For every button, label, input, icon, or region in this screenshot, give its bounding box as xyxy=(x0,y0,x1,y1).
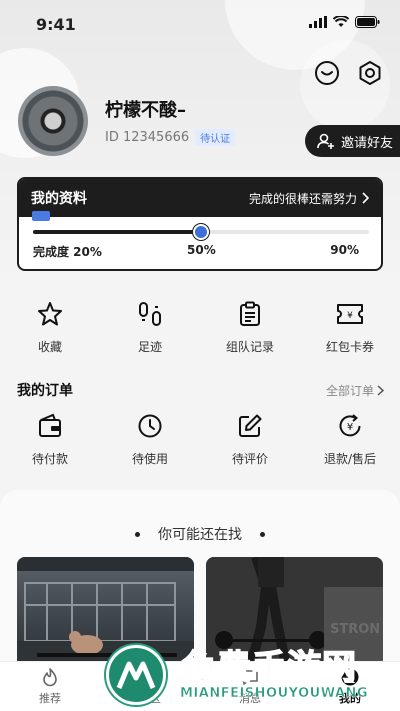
invite-label: 邀请好友 xyxy=(341,135,394,151)
profile-completion-card[interactable]: 我的资料 完成的很棒还需努力 完成度 20% 50% 90% xyxy=(17,177,383,271)
progress-fill xyxy=(33,230,201,234)
star-icon xyxy=(36,300,64,328)
support-icon[interactable] xyxy=(312,58,342,88)
gym-photo-1 xyxy=(17,557,194,667)
order-pending-payment[interactable]: 待付款 xyxy=(0,412,100,467)
bullet-dot xyxy=(260,531,265,537)
order-statuses: 待付款 待使用 待评价 ¥ 退款/售后 xyxy=(0,412,400,467)
chevron-right-icon xyxy=(362,192,369,204)
svg-text:¥: ¥ xyxy=(347,422,353,433)
refund-icon: ¥ xyxy=(336,412,364,440)
profile-card-link[interactable]: 完成的很棒还需努力 xyxy=(249,190,369,207)
quick-action-label: 组队记录 xyxy=(225,340,274,354)
verify-badge[interactable]: 待认证 xyxy=(195,129,236,146)
flame-icon xyxy=(43,668,57,687)
clock-icon xyxy=(136,412,164,440)
order-to-use[interactable]: 待使用 xyxy=(100,412,200,467)
quick-action-coupons[interactable]: ¥ 红包卡券 xyxy=(300,300,400,355)
progress-start-label: 完成度 20% xyxy=(33,245,102,259)
username: 柠檬不酸– xyxy=(105,100,186,121)
tab-messages[interactable]: 消息 xyxy=(200,662,300,711)
gym-photo-2: STRON xyxy=(206,557,383,667)
quick-action-team-records[interactable]: 组队记录 xyxy=(200,300,300,355)
tab-label: 推荐 xyxy=(39,692,61,705)
profile-card-title: 我的资料 xyxy=(31,191,87,207)
svg-text:STRON: STRON xyxy=(330,622,380,637)
signal-icon xyxy=(309,16,327,28)
invite-friends-button[interactable]: 邀请好友 xyxy=(305,125,400,157)
order-to-review[interactable]: 待评价 xyxy=(200,412,300,467)
quick-action-favorites[interactable]: 收藏 xyxy=(0,300,100,355)
quick-actions: 收藏 足迹 组队记录 ¥ 红包卡券 xyxy=(0,300,400,355)
battery-icon xyxy=(355,16,380,28)
recommend-card-image[interactable] xyxy=(17,557,194,667)
orders-title: 我的订单 xyxy=(17,383,73,399)
edit-icon xyxy=(236,412,264,440)
tab-label: 我的 xyxy=(339,692,361,705)
profile-icon xyxy=(341,668,359,686)
quick-action-label: 收藏 xyxy=(37,340,62,354)
progress-track xyxy=(33,224,369,240)
tab-label: 消息 xyxy=(239,692,261,705)
bottom-tab-bar: 推荐 社区 消息 我的 xyxy=(0,661,400,711)
profile-card-header: 我的资料 完成的很棒还需努力 xyxy=(19,179,381,217)
tab-community[interactable]: 社区 xyxy=(100,662,200,711)
status-time: 9:41 xyxy=(36,15,76,34)
recommend-header: 你可能还在找 xyxy=(0,524,400,544)
quick-action-label: 足迹 xyxy=(137,340,162,354)
all-orders-link[interactable]: 全部订单 xyxy=(326,382,384,399)
order-status-label: 待使用 xyxy=(131,452,168,466)
profile-card-link-text: 完成的很棒还需努力 xyxy=(248,191,357,206)
status-icons xyxy=(309,16,380,28)
recommend-title: 你可能还在找 xyxy=(158,527,242,543)
settings-icon[interactable] xyxy=(355,58,385,88)
quick-action-label: 红包卡券 xyxy=(325,340,374,354)
clipboard-icon xyxy=(236,300,264,328)
status-bar: 9:41 xyxy=(0,0,400,48)
wifi-icon xyxy=(333,16,349,27)
order-status-label: 退款/售后 xyxy=(323,452,377,466)
progress-knob xyxy=(193,224,209,240)
profile-tab-marker xyxy=(32,211,50,221)
chevron-right-icon xyxy=(377,385,384,396)
message-icon xyxy=(242,670,258,685)
avatar[interactable] xyxy=(18,86,88,156)
tab-profile[interactable]: 我的 xyxy=(300,662,400,711)
ticket-icon: ¥ xyxy=(336,300,364,328)
svg-text:¥: ¥ xyxy=(347,311,353,321)
community-icon xyxy=(141,668,159,686)
recommend-card-image[interactable]: STRON xyxy=(206,557,383,667)
progress-end-label: 90% xyxy=(330,243,359,257)
footprints-icon xyxy=(136,300,164,328)
wallet-icon xyxy=(36,412,64,440)
order-status-label: 待评价 xyxy=(231,452,268,466)
progress-mid-label: 50% xyxy=(187,243,216,257)
tab-recommend[interactable]: 推荐 xyxy=(0,662,100,711)
quick-action-footprints[interactable]: 足迹 xyxy=(100,300,200,355)
order-refund[interactable]: ¥ 退款/售后 xyxy=(300,412,400,467)
add-user-icon xyxy=(317,133,334,149)
user-id: ID 12345666 xyxy=(105,130,190,145)
all-orders-label: 全部订单 xyxy=(325,384,374,398)
bullet-dot xyxy=(135,531,140,537)
order-status-label: 待付款 xyxy=(31,452,68,466)
user-id-row: ID 12345666 待认证 xyxy=(105,129,236,146)
tab-label: 社区 xyxy=(139,692,161,705)
